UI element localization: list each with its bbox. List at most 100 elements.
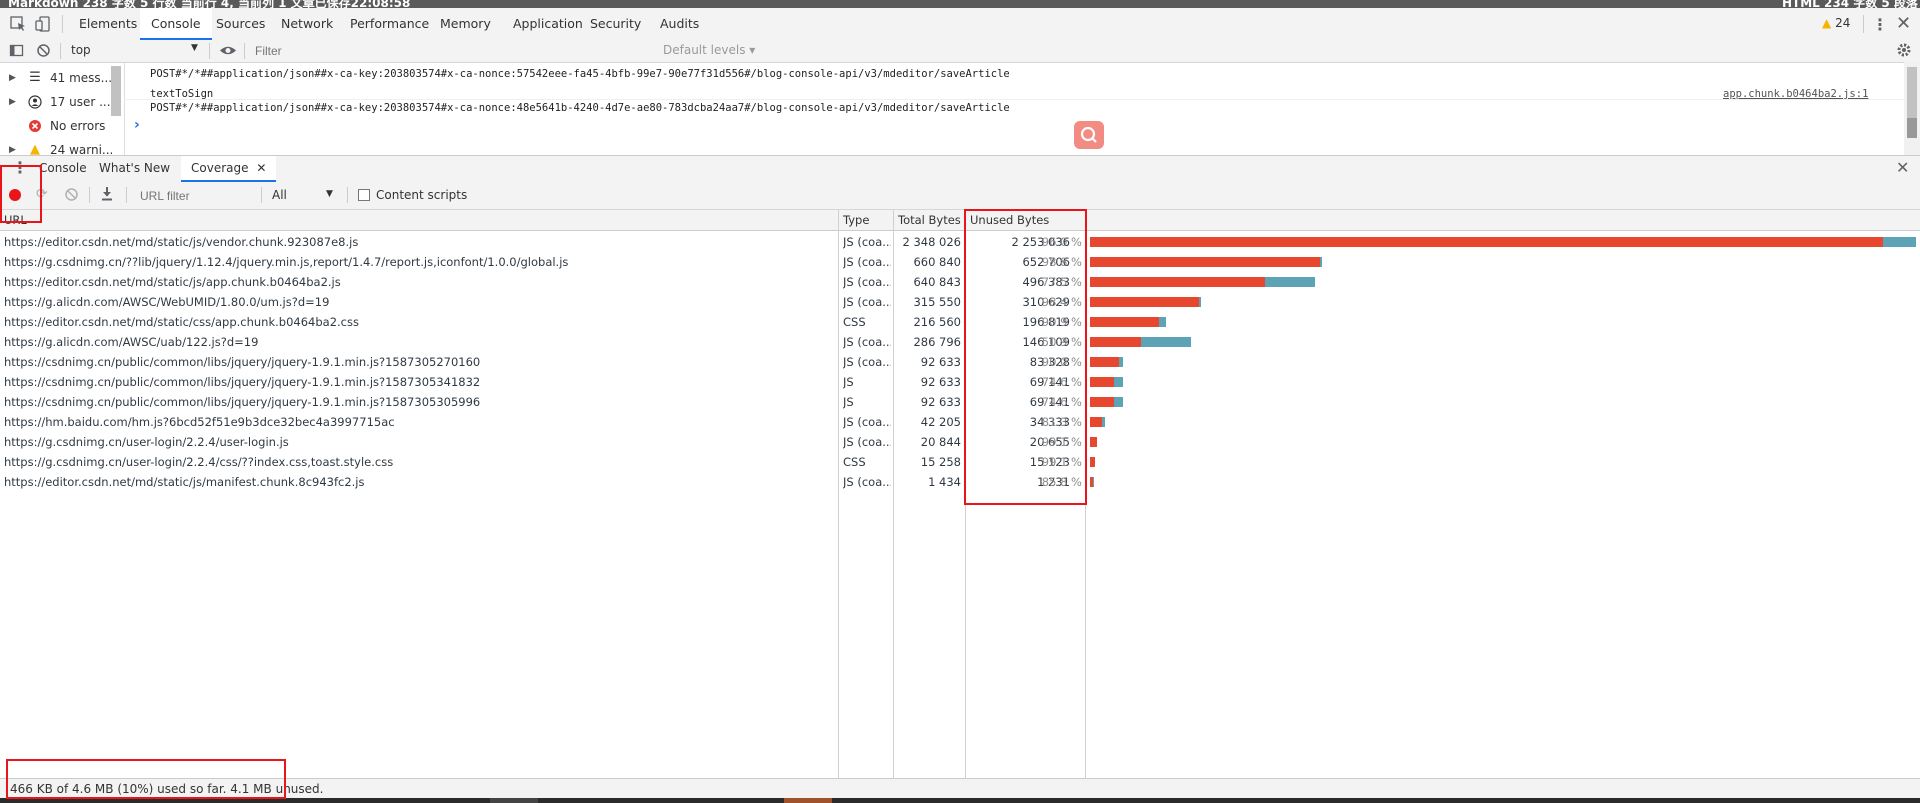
content-scripts-checkbox[interactable] [358,189,370,201]
window-title-left: Markdown 238 字数 5 行数 当前行 4, 当前列 1 文章已保存2… [8,0,411,8]
expand-arrow-icon[interactable]: ▶ [9,90,16,114]
coverage-footer: 466 KB of 4.6 MB (10%) used so far. 4.1 … [0,778,1920,799]
close-drawer-icon[interactable]: ✕ [1896,158,1909,177]
table-row[interactable]: https://editor.csdn.net/md/static/js/man… [0,472,1920,492]
console-filter-input[interactable] [253,42,657,60]
column-header-type[interactable]: Type [843,210,869,230]
type-select[interactable]: All [272,188,287,202]
usage-bar [1090,397,1123,407]
search-icon [1080,126,1097,143]
row-total-bytes: 286 796 [913,335,961,349]
row-url: https://g.alicdn.com/AWSC/uab/122.js?d=1… [4,335,259,349]
row-type: JS [843,395,854,409]
device-toolbar-icon[interactable] [34,15,52,33]
row-url: https://editor.csdn.net/md/static/js/ven… [4,235,359,249]
usage-bar-unused [1090,357,1120,367]
content-scripts-label: Content scripts [376,188,468,202]
usage-bar [1090,417,1105,427]
table-row[interactable]: https://csdnimg.cn/public/common/libs/jq… [0,392,1920,412]
table-row[interactable]: https://editor.csdn.net/md/static/js/app… [0,272,1920,292]
drawer-tab-coverage[interactable]: Coverage ✕ [181,156,277,182]
row-total-bytes: 42 205 [920,415,961,429]
clear-console-icon[interactable] [36,43,51,61]
drawer-tab-whats-new[interactable]: What's New [99,161,170,175]
console-prompt[interactable]: › [134,117,140,133]
sidebar-scrollbar[interactable] [111,66,121,116]
log-levels-dropdown[interactable]: Default levels ▾ [663,43,755,57]
export-download-icon[interactable] [100,186,114,205]
sidebar-item-errors[interactable]: No errors [0,114,122,138]
row-url: https://csdnimg.cn/public/common/libs/jq… [4,355,481,369]
table-row[interactable]: https://g.alicdn.com/AWSC/WebUMID/1.80.0… [0,292,1920,312]
usage-bar [1090,257,1323,267]
tab-console[interactable]: Console [140,8,212,40]
row-total-bytes: 15 258 [920,455,961,469]
context-dropdown-icon[interactable]: ▼ [191,43,198,53]
table-row[interactable]: https://g.csdnimg.cn/user-login/2.2.4/us… [0,432,1920,452]
table-row[interactable]: https://hm.baidu.com/hm.js?6bcd52f51e9b3… [0,412,1920,432]
tab-performance[interactable]: Performance [339,8,440,40]
tab-elements[interactable]: Elements [68,8,148,40]
usage-bar [1090,277,1316,287]
tab-audits[interactable]: Audits [649,8,710,40]
usage-bar-used [1264,277,1316,287]
sidebar-item-user-messages[interactable]: ▶ 17 user ... [0,90,122,114]
window-title-strip: Markdown 238 字数 5 行数 当前行 4, 当前列 1 文章已保存2… [0,0,1920,8]
context-select[interactable]: top [71,43,91,57]
table-row[interactable]: https://editor.csdn.net/md/static/css/ap… [0,312,1920,332]
search-fab-button[interactable] [1074,121,1104,149]
table-row[interactable]: https://g.csdnimg.cn/??lib/jquery/1.12.4… [0,252,1920,272]
row-total-bytes: 1 434 [928,475,961,489]
toolbar-divider [244,43,245,59]
sidebar-item-messages[interactable]: ▶ ☰ 41 mess... [0,66,122,90]
live-expression-eye-icon[interactable] [219,43,237,61]
chevron-down-icon[interactable]: ▼ [326,189,333,199]
console-scrollbar-track[interactable] [1904,62,1920,155]
table-row[interactable]: https://g.csdnimg.cn/user-login/2.2.4/cs… [0,452,1920,472]
row-url: https://editor.csdn.net/md/static/js/man… [4,475,365,489]
toolbar-divider [126,187,127,203]
usage-bar-unused [1090,417,1103,427]
usage-bar [1090,437,1098,447]
drawer-tab-console[interactable]: Console [39,161,87,175]
tab-network[interactable]: Network [270,8,344,40]
expand-arrow-icon[interactable]: ▶ [9,66,16,90]
tab-memory[interactable]: Memory [429,8,502,40]
table-row[interactable]: https://editor.csdn.net/md/static/js/ven… [0,232,1920,252]
row-total-bytes: 20 844 [920,435,961,449]
toolbar-divider [62,15,63,33]
console-settings-gear-icon[interactable] [1895,41,1913,62]
row-url: https://csdnimg.cn/public/common/libs/jq… [4,395,481,409]
table-row[interactable]: https://csdnimg.cn/public/common/libs/jq… [0,372,1920,392]
column-header-total-bytes[interactable]: Total Bytes [898,210,961,230]
tab-security[interactable]: Security [579,8,652,40]
usage-bar-used [1882,237,1916,247]
toolbar-divider [1863,15,1864,33]
row-type: JS (coa... [843,295,891,309]
sidebar-item-warnings[interactable]: ▶ ▲ 24 warni... [0,138,122,155]
warnings-count: 24 [1835,16,1851,30]
clear-coverage-icon[interactable] [64,187,79,205]
row-type: JS (coa... [843,415,891,429]
usage-bar-unused [1090,377,1115,387]
warning-icon: ▲ [1822,16,1832,30]
close-tab-icon[interactable]: ✕ [256,161,266,175]
table-row[interactable]: https://g.alicdn.com/AWSC/uab/122.js?d=1… [0,332,1920,352]
row-type: JS (coa... [843,355,891,369]
warnings-counter[interactable]: ▲ 24 [1822,16,1850,30]
usage-bar-used [1199,297,1201,307]
sidebar-toggle-icon[interactable] [9,43,24,61]
sidebar-item-label: 17 user ... [50,95,111,109]
row-type: JS (coa... [843,275,891,289]
taskbar-strip [0,798,1920,803]
console-scrollbar-thumb-lower[interactable] [1907,118,1917,138]
more-options-icon[interactable]: ⋮ [1872,15,1888,34]
inspect-element-icon[interactable] [9,15,27,33]
table-row[interactable]: https://csdnimg.cn/public/common/libs/jq… [0,352,1920,372]
url-filter-input[interactable] [138,187,262,204]
close-devtools-icon[interactable]: ✕ [1896,13,1911,34]
row-url: https://g.csdnimg.cn/user-login/2.2.4/us… [4,435,289,449]
expand-arrow-icon[interactable]: ▶ [9,138,16,155]
tab-sources[interactable]: Sources [205,8,276,40]
row-type: CSS [843,315,866,329]
